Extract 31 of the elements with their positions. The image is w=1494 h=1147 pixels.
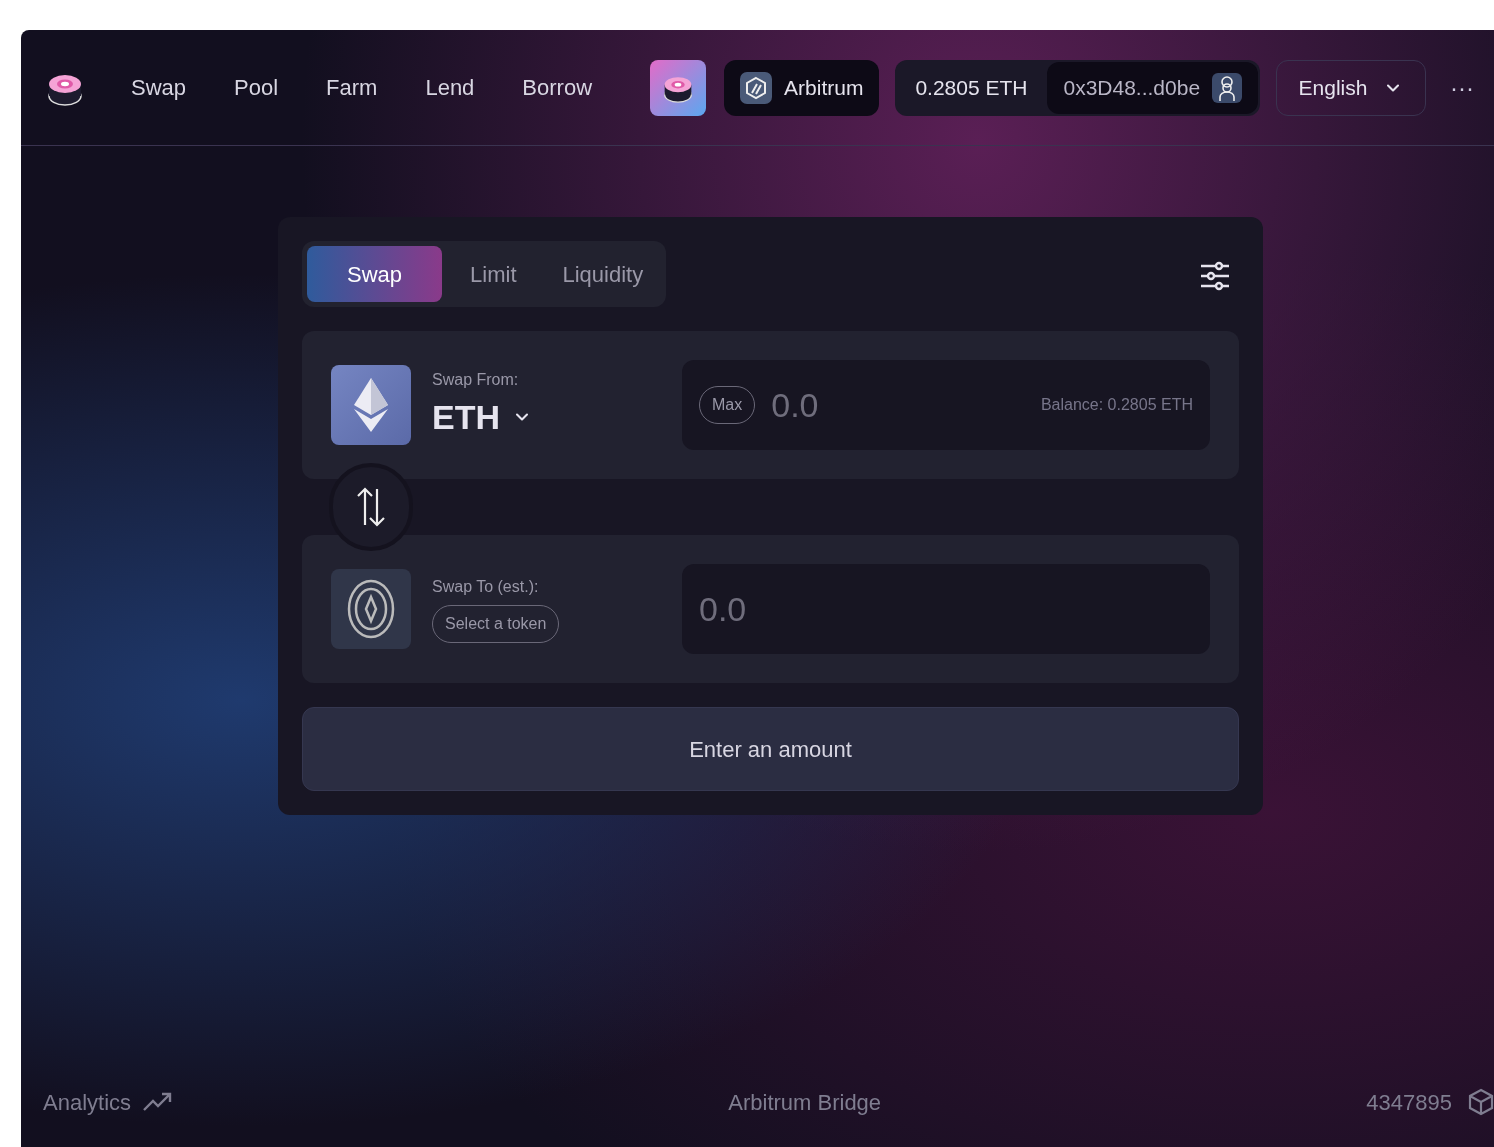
language-select[interactable]: English bbox=[1276, 59, 1426, 116]
submit-button[interactable]: Enter an amount bbox=[302, 707, 1239, 791]
nav-link[interactable]: Pool bbox=[234, 71, 279, 104]
tab[interactable]: Liquidity bbox=[544, 246, 662, 302]
app-logo-button[interactable] bbox=[650, 59, 707, 116]
token-select[interactable]: ETH bbox=[432, 391, 664, 443]
network-button[interactable]: Arbitrum bbox=[724, 59, 880, 116]
swap-arrows-icon bbox=[355, 487, 387, 527]
bridge-link[interactable]: Arbitrum Bridge bbox=[728, 1085, 882, 1119]
analytics-link[interactable]: Analytics bbox=[43, 1085, 174, 1119]
field-label: Swap From: bbox=[432, 369, 520, 390]
nav-link[interactable]: Lend bbox=[425, 71, 475, 104]
nav-link[interactable]: Farm bbox=[326, 71, 378, 104]
trend-up-icon bbox=[143, 1092, 174, 1112]
nav-link[interactable]: Borrow bbox=[522, 71, 593, 104]
tab[interactable]: Swap bbox=[307, 246, 443, 302]
network-icon bbox=[740, 71, 773, 104]
amount-input[interactable]: 0.0 bbox=[771, 379, 952, 431]
settings-icon[interactable] bbox=[1199, 261, 1231, 291]
more-button[interactable]: ··· bbox=[1450, 69, 1474, 106]
field-label: Swap To (est.): bbox=[432, 577, 540, 597]
block-number: 4347895 bbox=[1366, 1088, 1452, 1117]
address-button[interactable]: 0x3D48...d0be bbox=[1047, 61, 1259, 114]
tab[interactable]: Limit bbox=[452, 246, 535, 302]
amount-input[interactable]: 0.0 bbox=[699, 583, 899, 635]
cube-icon bbox=[1468, 1088, 1494, 1116]
balance-text: Balance: 0.2805 ETH bbox=[1040, 395, 1193, 415]
nav-link[interactable]: Swap bbox=[131, 71, 187, 104]
ethereum-icon bbox=[354, 378, 388, 432]
token-placeholder-icon bbox=[347, 579, 395, 639]
balance-text: 0.2805 ETH bbox=[914, 74, 1029, 101]
